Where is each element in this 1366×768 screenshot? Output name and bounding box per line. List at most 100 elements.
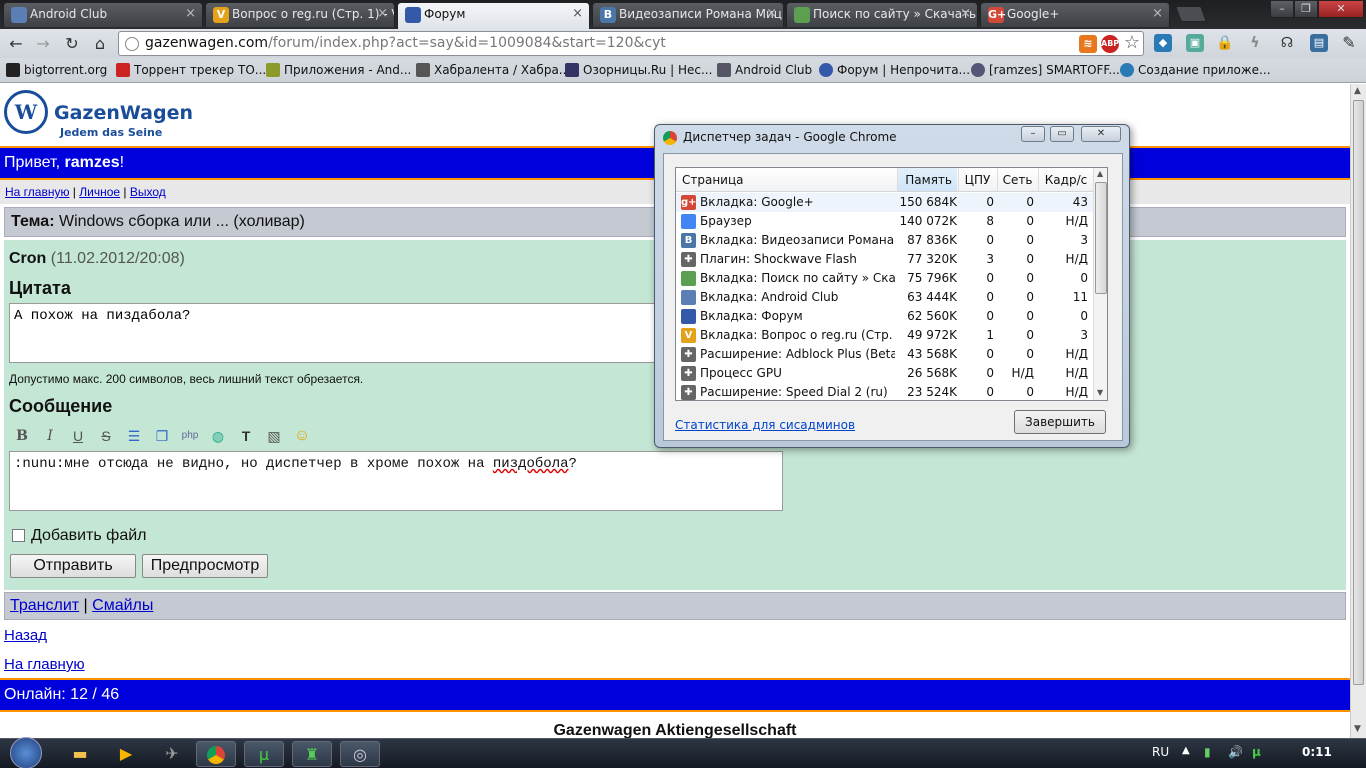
tab-close-icon[interactable]: × bbox=[960, 3, 971, 25]
process-row[interactable]: B Вкладка: Видеозаписи Романа М... 87 836K… bbox=[676, 231, 1093, 250]
link-globe-icon[interactable]: ◍ bbox=[208, 426, 228, 446]
bookmark-item[interactable]: Хабралента / Хабра... bbox=[416, 61, 570, 79]
volume-icon[interactable]: 🔊 bbox=[1228, 745, 1243, 759]
language-indicator[interactable]: RU bbox=[1152, 745, 1169, 759]
dialog-maximize-button[interactable]: ▭ bbox=[1050, 126, 1074, 142]
tab-google-plus[interactable]: G+ Google+ × bbox=[980, 2, 1170, 27]
process-row[interactable]: V Вкладка: Вопрос о reg.ru (Стр. 1) ... 49… bbox=[676, 326, 1093, 345]
utorrent-icon[interactable]: µ bbox=[244, 741, 284, 767]
tab-close-icon[interactable]: × bbox=[377, 3, 388, 25]
tab-close-icon[interactable]: × bbox=[1152, 3, 1163, 25]
link-logout[interactable]: Выход bbox=[130, 185, 166, 199]
lock-icon[interactable]: 🔒 bbox=[1216, 34, 1234, 52]
scroll-up-icon[interactable]: ▲ bbox=[1097, 169, 1103, 178]
table-scrollbar[interactable]: ▲ ▼ bbox=[1093, 168, 1107, 400]
process-row[interactable]: ✚ Расширение: Adblock Plus (Beta) 43 568K 0… bbox=[676, 345, 1093, 364]
dropbox-icon[interactable]: ◆ bbox=[1154, 34, 1172, 52]
link-back[interactable]: Назад bbox=[4, 627, 47, 644]
network-icon[interactable]: ▮ bbox=[1204, 745, 1211, 759]
link-translit[interactable]: Транслит bbox=[10, 597, 79, 614]
tab-close-icon[interactable]: × bbox=[766, 3, 777, 25]
lightning-icon[interactable]: ϟ bbox=[1246, 34, 1264, 52]
smiley-icon[interactable]: ☺ bbox=[292, 426, 312, 446]
bookmark-item[interactable]: Создание приложе... bbox=[1120, 61, 1271, 79]
tray-arrow-icon[interactable]: ▲ bbox=[1182, 745, 1190, 756]
copy-icon[interactable]: ❐ bbox=[152, 426, 172, 446]
underline-icon[interactable]: U bbox=[68, 426, 88, 446]
process-row[interactable]: Вкладка: Поиск по сайту » Скачат... 75 79… bbox=[676, 269, 1093, 288]
tab-search[interactable]: Поиск по сайту » Скачать × bbox=[786, 2, 978, 27]
bookmark-item[interactable]: Android Club bbox=[717, 61, 812, 79]
page-scrollbar[interactable]: ▲ ▼ bbox=[1350, 84, 1366, 738]
link-smiles[interactable]: Смайлы bbox=[92, 597, 153, 614]
site-logo[interactable]: W GazenWagen Jedem das Seine bbox=[4, 90, 193, 139]
process-row[interactable]: ✚ Плагин: Shockwave Flash 77 320K 3 0 Н/Д bbox=[676, 250, 1093, 269]
image-insert-icon[interactable]: ▧ bbox=[264, 426, 284, 446]
scroll-down-icon[interactable]: ▼ bbox=[1354, 724, 1361, 734]
taskbar-app-icon[interactable]: ♜ bbox=[292, 741, 332, 767]
send-button[interactable]: Отправить bbox=[10, 554, 136, 578]
tab-reg-ru[interactable]: V Вопрос о reg.ru (Стр. 1) - V × bbox=[205, 2, 395, 27]
bookmark-item[interactable]: Форум | Непрочита... bbox=[819, 61, 970, 79]
clock[interactable]: 0:11 bbox=[1302, 745, 1332, 759]
dialog-minimize-button[interactable]: – bbox=[1021, 126, 1045, 142]
forward-arrow-icon[interactable]: → bbox=[32, 33, 54, 55]
list-icon[interactable]: ☰ bbox=[124, 426, 144, 446]
tab-forum[interactable]: Форум × bbox=[397, 2, 590, 29]
wrench-icon[interactable]: ✎ bbox=[1340, 34, 1358, 52]
text-color-icon[interactable]: T bbox=[236, 426, 256, 446]
col-cpu[interactable]: ЦПУ bbox=[958, 168, 996, 192]
utorrent-tray-icon[interactable]: µ bbox=[1252, 745, 1261, 759]
bold-icon[interactable]: B bbox=[12, 426, 32, 446]
process-row[interactable]: Браузер 140 072K 8 0 Н/Д bbox=[676, 212, 1093, 231]
chrome-taskbar-icon[interactable] bbox=[196, 741, 236, 767]
end-process-button[interactable]: Завершить bbox=[1014, 410, 1106, 434]
new-tab-button[interactable] bbox=[1175, 6, 1207, 22]
extension-icon[interactable]: ▣ bbox=[1186, 34, 1204, 52]
scroll-thumb[interactable] bbox=[1095, 182, 1107, 294]
scroll-down-icon[interactable]: ▼ bbox=[1097, 388, 1103, 397]
bookmark-item[interactable]: [ramzes] SMARTOFF... bbox=[971, 61, 1120, 79]
preview-button[interactable]: Предпросмотр bbox=[142, 554, 268, 578]
image-icon[interactable]: ▤ bbox=[1310, 34, 1328, 52]
bookmark-item[interactable]: Озорницы.Ru | Нес... bbox=[565, 61, 712, 79]
process-row[interactable]: ✚ Процесс GPU 26 568K 0 Н/Д Н/Д bbox=[676, 364, 1093, 383]
bookmark-item[interactable]: bigtorrent.org bbox=[6, 61, 107, 79]
bookmark-item[interactable]: Торрент трекер ТО... bbox=[116, 61, 266, 79]
strike-icon[interactable]: S bbox=[96, 426, 116, 446]
tab-close-icon[interactable]: × bbox=[572, 3, 583, 25]
bookmark-star-icon[interactable]: ☆ bbox=[1123, 34, 1141, 52]
col-network[interactable]: Сеть bbox=[997, 168, 1037, 192]
home-icon[interactable]: ⌂ bbox=[89, 33, 111, 55]
page-info-icon[interactable] bbox=[125, 37, 139, 51]
media-player-icon[interactable]: ▶ bbox=[106, 741, 146, 767]
process-row[interactable]: ✚ Расширение: Speed Dial 2 (ru) 23 524K 0 0 Н… bbox=[676, 383, 1093, 400]
dialog-close-button[interactable]: ✕ bbox=[1081, 126, 1121, 142]
address-bar[interactable]: gazenwagen.com/forum/index.php?act=say&i… bbox=[118, 31, 1144, 56]
col-fps[interactable]: Кадр/с bbox=[1038, 168, 1093, 192]
scroll-thumb[interactable] bbox=[1353, 100, 1364, 685]
reload-icon[interactable]: ↻ bbox=[61, 33, 83, 55]
attach-file[interactable]: Добавить файл bbox=[12, 527, 147, 545]
quote-textarea[interactable]: А похож на пиздабола? bbox=[9, 303, 659, 363]
close-window-button[interactable]: ✕ bbox=[1318, 0, 1364, 18]
headphones-icon[interactable]: ☊ bbox=[1278, 34, 1296, 52]
php-icon[interactable]: php bbox=[180, 426, 200, 446]
taskbar-app2-icon[interactable]: ◎ bbox=[340, 741, 380, 767]
italic-icon[interactable]: I bbox=[40, 426, 60, 446]
rss-icon[interactable]: ≋ bbox=[1079, 35, 1097, 53]
tab-close-icon[interactable]: × bbox=[185, 3, 196, 25]
link-personal[interactable]: Личное bbox=[79, 185, 120, 199]
tab-android-club[interactable]: Android Club × bbox=[3, 2, 203, 27]
explorer-icon[interactable]: ▬ bbox=[60, 741, 100, 767]
start-button[interactable] bbox=[10, 737, 42, 768]
link-home[interactable]: На главную bbox=[5, 185, 69, 199]
tab-vk-video[interactable]: B Видеозаписи Романа Миц × bbox=[592, 2, 784, 27]
attach-checkbox[interactable] bbox=[12, 529, 25, 543]
app-icon[interactable]: ✈ bbox=[152, 741, 192, 767]
stats-for-nerds-link[interactable]: Статистика для сисадминов bbox=[675, 418, 855, 432]
process-row[interactable]: Вкладка: Android Club 63 444K 0 0 11 bbox=[676, 288, 1093, 307]
process-row[interactable]: g+ Вкладка: Google+ 150 684K 0 0 43 bbox=[676, 193, 1093, 212]
col-memory[interactable]: Память bbox=[897, 168, 957, 191]
minimize-button[interactable]: – bbox=[1270, 0, 1294, 18]
